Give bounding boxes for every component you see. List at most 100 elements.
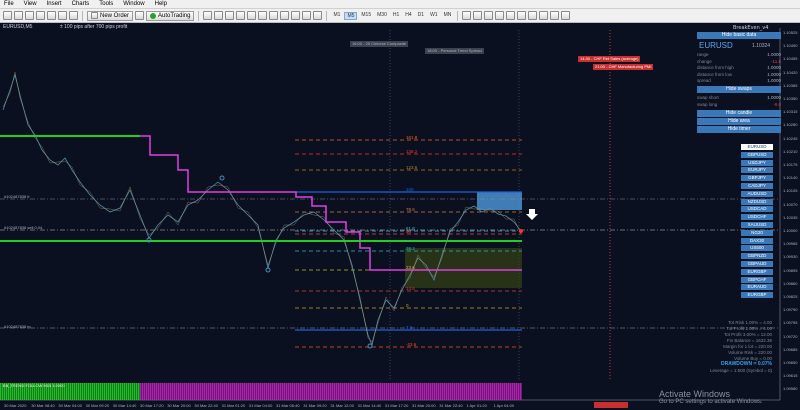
time-axis-label: 30 Mar 17:20 [140,403,164,408]
price-axis-label: 1.09930 [783,254,798,260]
indicator-bar [402,383,404,400]
timeframe-mn[interactable]: MN [442,12,454,20]
templates-icon[interactable] [313,11,323,20]
new-chart-icon[interactable] [3,11,12,20]
timeframe-m30[interactable]: M30 [375,12,389,20]
pair-button-nzdusd[interactable]: NZDUSD [741,198,773,205]
text-icon[interactable] [539,11,549,20]
pair-button-gbpjpy[interactable]: GBPJPY [741,175,773,182]
horizontal-line-icon[interactable] [495,11,505,20]
menu-item-help[interactable]: Help [155,1,167,7]
pair-button-euraud[interactable]: EURAUD [741,284,773,291]
menu-item-file[interactable]: File [4,1,14,7]
menu-item-window[interactable]: Window [123,1,144,7]
line-chart-icon[interactable] [225,11,235,20]
hide-basic-data-button[interactable]: Hide basic data [697,32,781,39]
crosshair-icon[interactable] [473,11,483,20]
pair-button-gbpusd[interactable]: GBPUSD [741,151,773,158]
pair-button-audusd[interactable]: AUDUSD [741,190,773,197]
vertical-line-icon[interactable] [484,11,494,20]
metaeditor-icon[interactable] [135,11,145,20]
indicator-bar [308,383,310,400]
channel-icon[interactable] [517,11,527,20]
indicator-bar [444,383,446,400]
order-line-label: #102487838 tp [4,324,31,329]
fib-level-label: 123.6 [406,165,418,170]
indicator-bar [506,383,508,400]
pair-button-us500[interactable]: US500 [741,245,773,252]
pair-button-gbpnzd[interactable]: GBPNZD [741,253,773,260]
indicator-bar [388,383,390,400]
menu-item-charts[interactable]: Charts [72,1,90,7]
autotrading-button[interactable]: AutoTrading [146,10,195,21]
bar-chart-icon[interactable] [203,11,213,20]
menu-item-tools[interactable]: Tools [99,1,113,7]
pair-button-dax30[interactable]: DAX30 [741,237,773,244]
pair-button-cadjpy[interactable]: CADJPY [741,183,773,189]
indicator-bar [456,383,458,400]
pair-button-eurgbp[interactable]: EURGBP [741,292,773,299]
hide-timer-button[interactable]: Hide timer [697,126,781,133]
pair-button-usdcad[interactable]: USDCAD [741,206,773,213]
pair-button-usdjpy[interactable]: USDJPY [741,159,773,166]
hide-area-button[interactable]: Hide area [697,118,781,125]
indicator-bar [304,383,306,400]
indicator-label: BB_TREND FOLLOW M15 1.0000 [3,383,65,388]
news-tag-grey[interactable]: 16:00 - 25 Chinese Composite [350,41,409,47]
news-tag-red[interactable]: 14:30 - CHF Ret Sales (average) [578,56,641,62]
pair-button-usdchf[interactable]: USDCHF [741,214,773,221]
timer-badge [594,402,628,408]
pair-button-gbpaud[interactable]: GBPAUD [741,261,773,267]
indicator-bar [248,383,250,400]
menu-item-view[interactable]: View [24,1,37,7]
timeframe-m5[interactable]: M5 [344,11,358,20]
indicator-bar [190,383,192,400]
strategy-tester-icon[interactable] [69,11,78,20]
timeframe-w1[interactable]: W1 [428,12,440,20]
arrows-icon[interactable] [561,11,571,20]
tile-windows-icon[interactable] [258,11,268,20]
candlestick-icon[interactable] [214,11,224,20]
hide-candle-button[interactable]: Hide candle [697,110,781,117]
terminal-icon[interactable] [58,11,67,20]
timeframe-d1[interactable]: D1 [416,12,426,20]
indicator-bar [502,383,504,400]
fibonacci-icon[interactable] [528,11,538,20]
pair-button-gbpchf[interactable]: GBPCHF [741,276,773,283]
time-axis-label: 31 Mar 17:20 [384,403,409,408]
drawdown-text: DRAWDOWN = 0.07% [721,361,772,367]
zoom-in-icon[interactable] [236,11,246,20]
pair-button-ng20[interactable]: NG20 [741,229,773,236]
fib-level-label: 23.6 [406,265,415,270]
data-window-icon[interactable] [36,11,45,20]
navigator-icon[interactable] [47,11,56,20]
price-chart[interactable] [0,23,800,410]
trendline-icon[interactable] [506,11,516,20]
indicator-bar [332,383,334,400]
periods-icon[interactable] [302,11,312,20]
auto-scroll-icon[interactable] [269,11,279,20]
timeframe-m1[interactable]: M1 [331,12,342,20]
new-order-button[interactable]: New Order [87,10,134,21]
market-watch-icon[interactable] [25,11,34,20]
cursor-icon[interactable] [462,11,472,20]
indicator-bar [192,383,194,400]
label-icon[interactable] [550,11,560,20]
news-tag-grey[interactable]: 18:00 - Personal Trend Spread [425,48,484,54]
indicators-icon[interactable] [291,11,301,20]
menu-item-insert[interactable]: Insert [47,1,62,7]
pair-button-xauusd[interactable]: XAUUSD [741,222,773,228]
timeframe-h4[interactable]: H4 [403,12,413,20]
profiles-icon[interactable] [14,11,23,20]
indicator-bar [438,383,440,400]
news-tag-red[interactable]: 21:00 - CHF Manufacturing PMI [593,64,654,70]
timeframe-m15[interactable]: M15 [359,12,373,20]
pair-button-eurusd[interactable]: EURUSD [741,144,773,150]
timeframe-h1[interactable]: H1 [391,12,401,20]
indicator-bar [292,383,294,400]
chart-shift-icon[interactable] [280,11,290,20]
hide-swaps-button[interactable]: Hide swaps [697,86,781,93]
pair-button-eurgbp[interactable]: EURGBP [741,268,773,275]
pair-button-eurjpy[interactable]: EURJPY [741,167,773,174]
zoom-out-icon[interactable] [247,11,257,20]
